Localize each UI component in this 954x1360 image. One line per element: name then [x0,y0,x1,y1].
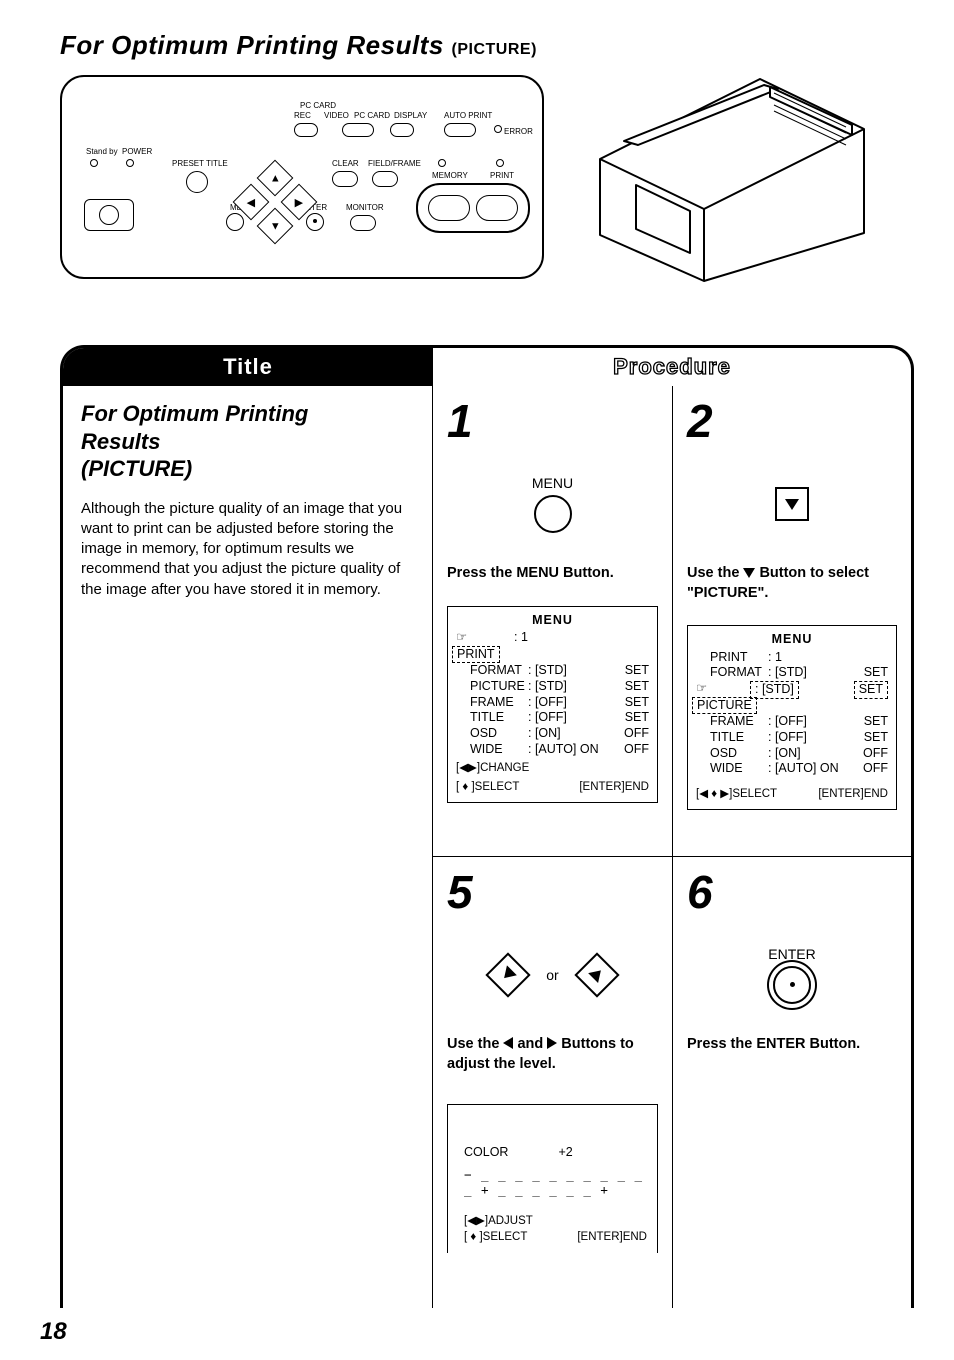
led-standby [90,159,98,167]
ctrl-label-enter: ENTER [768,946,815,962]
triangle-right-icon [547,1037,557,1049]
lbl-monitor: MONITOR [346,203,384,212]
page-title-sub: (PICTURE) [452,41,537,58]
triangle-down-icon [743,568,755,578]
step5-instruction: Use the and Buttons to adjust the level. [447,1035,658,1074]
lbl-preset-title: PRESET TITLE [172,159,228,168]
step1-instruction: Press the MENU Button. [447,564,658,584]
triangle-right-icon [588,965,606,983]
left-heading: For Optimum Printing Results (PICTURE) [81,400,414,483]
step-5: 5 or Use the and Buttons to adjust the l… [433,856,672,1308]
btn-menu [226,213,244,231]
step-number: 2 [687,398,897,444]
top-illustrations: Stand by POWER PRESET TITLE MENU ENTER ▲… [60,75,914,305]
step2-menu-screen: MENU PRINT: 1 FORMAT: [STD]SET ☞ PICTURE… [687,625,897,810]
page-title: For Optimum Printing Results (PICTURE) [60,30,914,61]
header-procedure: Procedure [433,348,911,386]
power-switch [84,199,134,231]
btn-down: ▼ [257,208,294,245]
lbl-standby: Stand by [86,147,118,156]
lbl-print: PRINT [490,171,514,180]
step5-screen: COLOR+2 − _ _ _ _ _ _ _ _ _ _ _ + _ _ _ … [447,1104,658,1253]
step6-instruction: Press the ENTER Button. [687,1035,897,1055]
device-illustration [564,65,874,285]
triangle-down-icon [785,499,799,510]
or-label: or [546,967,558,983]
lbl-memory: MEMORY [432,171,468,180]
lbl-auto-print: AUTO PRINT [444,111,492,120]
page-number: 18 [40,1318,67,1346]
title-column: For Optimum Printing Results (PICTURE) A… [63,386,433,1308]
step-2: 2 Use the Button to select "PICTURE". ME… [672,386,911,856]
lbl-pc-card2: PC CARD [354,111,390,120]
down-button-icon [775,487,809,521]
ctrl-label-menu: MENU [532,475,573,491]
btn-monitor [350,215,376,231]
menu-button-icon [534,495,572,533]
step1-menu-screen: MENU ☞ PRINT: 1 FORMAT: [STD]SET PICTURE… [447,606,658,803]
lbl-pc-card: PC CARD [300,101,336,110]
lbl-error: ERROR [504,127,533,136]
btn-field-frame [372,171,398,187]
main-frame: Title Procedure For Optimum Printing Res… [60,345,914,1308]
lbl-field-frame: FIELD/FRAME [368,159,421,168]
step-6: 6 ENTER Press the ENTER Button. [672,856,911,1308]
step-1: 1 MENU Press the MENU Button. MENU ☞ PRI… [433,386,672,856]
lbl-clear: CLEAR [332,159,359,168]
section-header: Title Procedure [63,348,911,386]
step-number: 1 [447,398,658,444]
enter-button-icon [773,966,811,1004]
lbl-power: POWER [122,147,152,156]
left-body: Although the picture quality of an image… [81,499,414,600]
lbl-display: DISPLAY [394,111,427,120]
led-power [126,159,134,167]
triangle-left-icon [503,1037,513,1049]
procedure-grid: 1 MENU Press the MENU Button. MENU ☞ PRI… [433,386,911,1308]
left-button-icon [486,952,531,997]
btn-enter [306,213,324,231]
btn-preset-title [186,171,208,193]
btn-up: ▲ [257,160,294,197]
btn-clear [332,171,358,187]
lbl-rec: REC [294,111,311,120]
memory-print-group [416,183,530,233]
step-number: 5 [447,869,658,915]
lbl-video: VIDEO [324,111,349,120]
right-button-icon [574,952,619,997]
triangle-left-icon [499,965,517,983]
step2-instruction: Use the Button to select "PICTURE". [687,564,897,603]
page-title-main: For Optimum Printing Results [60,30,444,60]
step-number: 6 [687,869,897,915]
front-panel-diagram: Stand by POWER PRESET TITLE MENU ENTER ▲… [60,75,544,279]
header-title: Title [63,348,433,386]
